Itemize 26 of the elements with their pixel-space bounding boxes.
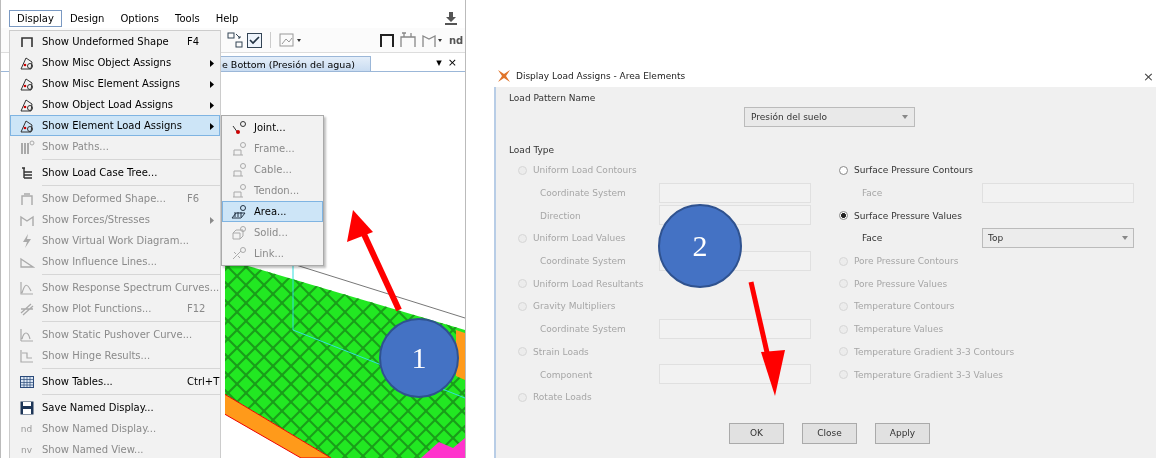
radio-label: Uniform Load Values (533, 233, 626, 244)
radio-label: Temperature Gradient 3-3 Values (854, 369, 1003, 380)
field-label: Coordinate System (540, 188, 626, 199)
radio-label: Strain Loads (533, 346, 589, 357)
radio-label: Temperature Contours (854, 301, 955, 312)
field-label: Component (540, 369, 593, 380)
menu-icon-label: nd (19, 423, 34, 434)
field-label: Face (862, 233, 883, 244)
radio-label: Surface Pressure Values (854, 210, 962, 221)
radio-label: Uniform Load Contours (533, 165, 637, 176)
radio-label: Uniform Load Resultants (533, 278, 644, 289)
section-label: Load Type (509, 145, 556, 157)
field-label: Coordinate System (540, 324, 626, 335)
radio-label: Temperature Values (854, 324, 944, 335)
section-label: Load Pattern Name (509, 93, 597, 105)
radio-label: Pore Pressure Contours (854, 256, 959, 267)
menu-icon-label: nv (20, 444, 33, 455)
field-label: Face (862, 188, 883, 199)
radio-label: Temperature Gradient 3-3 Contours (854, 346, 1015, 357)
radio-label: Surface Pressure Contours (854, 165, 974, 176)
field-label: Coordinate System (540, 256, 626, 267)
field-label: Direction (540, 210, 581, 221)
radio-label: Pore Pressure Values (854, 278, 948, 289)
dialog-title: Display Load Assigns - Area Elements (516, 71, 686, 81)
radio-label: Gravity Multipliers (533, 301, 616, 312)
radio-label: Rotate Loads (533, 392, 592, 403)
